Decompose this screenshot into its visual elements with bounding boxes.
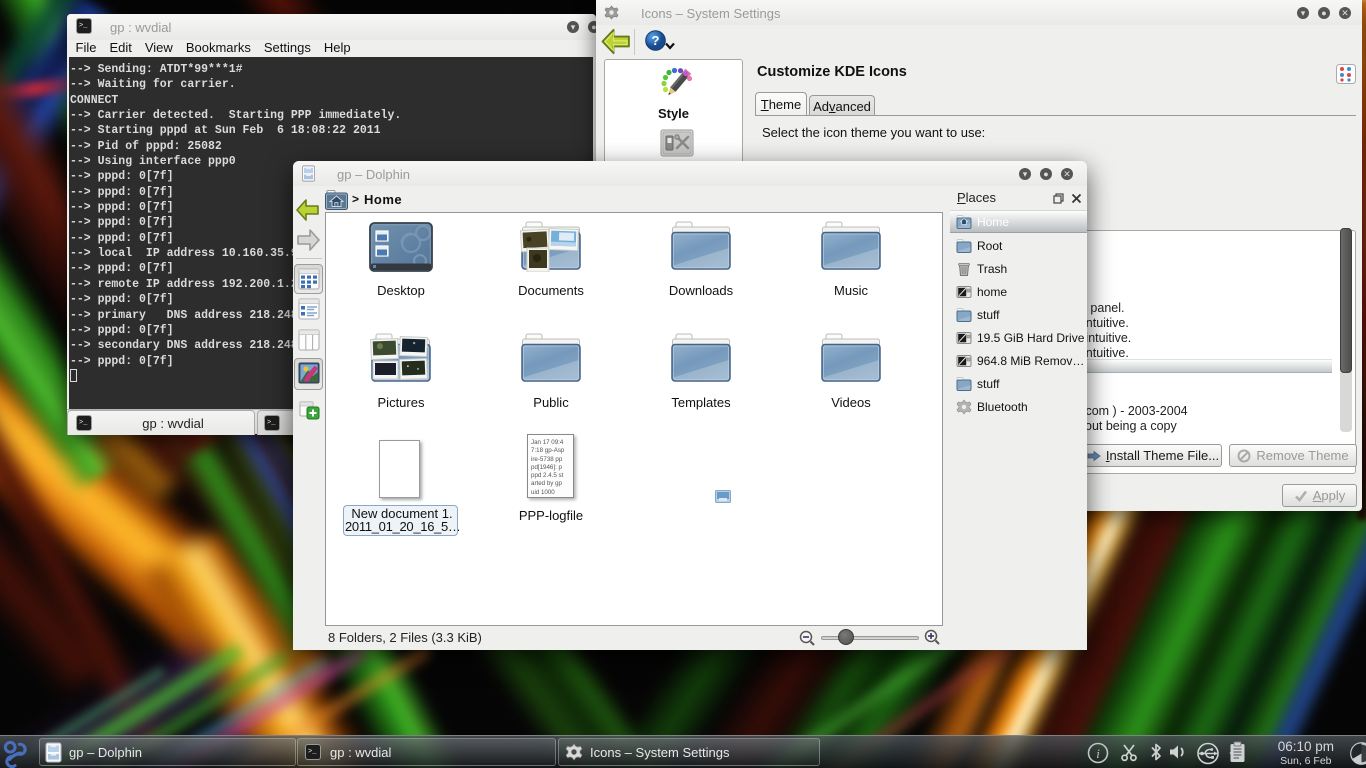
svg-text:i: i: [1096, 746, 1100, 761]
svg-text:?: ?: [652, 33, 660, 48]
